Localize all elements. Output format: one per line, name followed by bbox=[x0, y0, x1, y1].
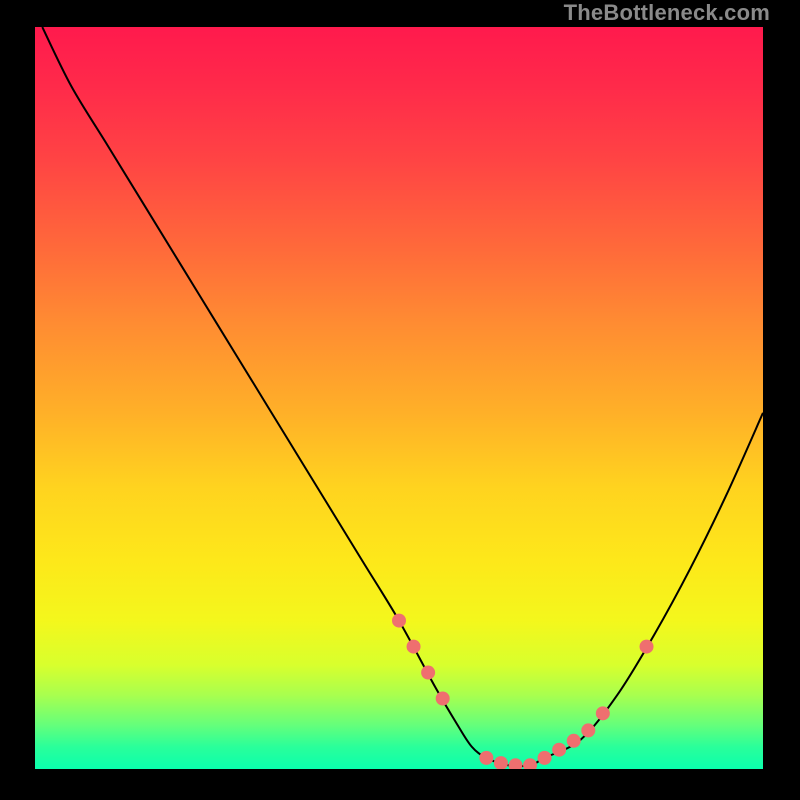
data-marker bbox=[596, 706, 610, 720]
data-marker bbox=[567, 734, 581, 748]
bottleneck-curve-layer bbox=[35, 27, 763, 769]
data-marker bbox=[538, 751, 552, 765]
data-marker bbox=[508, 758, 522, 769]
data-marker bbox=[494, 756, 508, 769]
data-marker bbox=[392, 614, 406, 628]
watermark-text: TheBottleneck.com bbox=[564, 0, 770, 26]
data-marker bbox=[640, 640, 654, 654]
data-marker bbox=[523, 758, 537, 769]
data-marker bbox=[421, 666, 435, 680]
data-marker bbox=[581, 723, 595, 737]
data-marker-group bbox=[392, 614, 654, 769]
data-marker bbox=[479, 751, 493, 765]
bottleneck-curve-path bbox=[42, 27, 763, 766]
data-marker bbox=[552, 743, 566, 757]
data-marker bbox=[436, 692, 450, 706]
data-marker bbox=[407, 640, 421, 654]
